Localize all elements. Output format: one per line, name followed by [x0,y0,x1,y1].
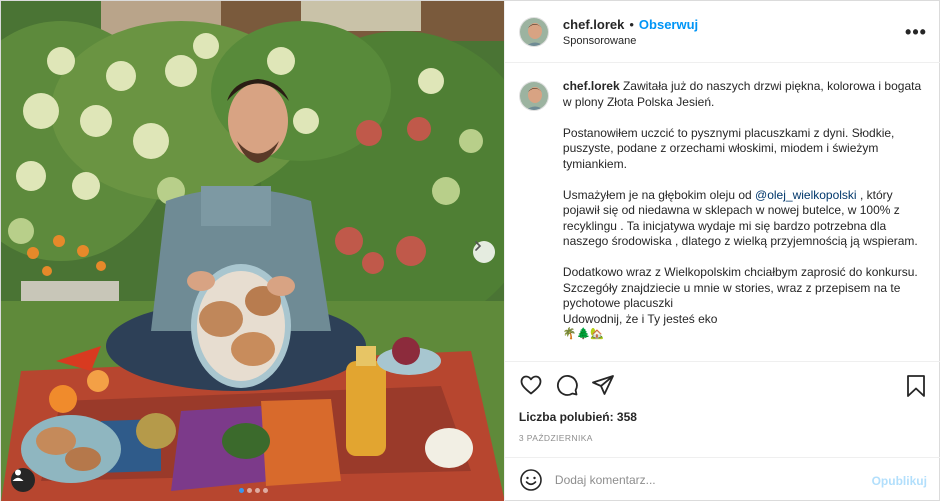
bookmark-icon[interactable] [905,374,927,398]
share-icon[interactable] [591,373,615,397]
post-photo[interactable] [1,1,504,501]
caption-paragraph: Usmażyłem je na głębokim oleju od [562,187,752,202]
caption-emoji: 🌴🌲🏡 [562,328,605,340]
avatar-image [519,17,548,46]
avatar-image [519,82,548,110]
caption-paragraph: Postanowiłem uczcić to pysznymi placuszk… [562,125,895,171]
heart-icon[interactable] [519,373,543,397]
carousel-dot [263,488,268,493]
comment-icon[interactable] [555,373,579,397]
carousel-dot [247,488,252,493]
user-icon [12,469,24,481]
comment-box: Opublikuj [504,457,940,501]
carousel-dot [255,488,260,493]
chevron-right-icon [475,241,482,251]
carousel-indicator [239,488,268,493]
post-actions [504,361,940,407]
post-date[interactable]: 3 PAŹDZIERNIKA [519,433,593,443]
carousel-dot [239,488,244,493]
post-caption: chef.lorek Zawitała już do naszych drzwi… [505,63,940,361]
publish-button[interactable]: Opublikuj [872,474,927,488]
post-photo-illustration [1,1,504,501]
caption-avatar[interactable] [518,81,549,111]
caption-paragraph: Udowodnij, że i Ty jesteś eko [562,311,718,326]
comment-input[interactable] [554,473,855,487]
caption-username[interactable]: chef.lorek [563,79,620,93]
emoji-icon[interactable] [519,468,543,492]
post-side-panel: chef.lorek • Obserwuj Sponsorowane ••• c… [503,1,940,501]
more-options-button[interactable]: ••• [905,23,927,41]
carousel-next-button[interactable] [473,241,495,263]
likes-count[interactable]: Liczba polubień: 358 [519,410,637,424]
follow-button[interactable]: Obserwuj [639,17,698,32]
caption-text: chef.lorek Zawitała już do naszych drzwi… [563,79,923,361]
caption-paragraph: Dodatkowo wraz z Wielkopolskim chciałbym… [562,265,918,310]
tagged-users-button[interactable] [11,468,35,492]
sponsored-label[interactable]: Sponsorowane [563,35,698,47]
post-author-username[interactable]: chef.lorek [563,17,624,32]
mention-link[interactable]: @olej_wielkopolski [755,188,857,202]
avatar[interactable] [518,16,549,47]
instagram-post: chef.lorek • Obserwuj Sponsorowane ••• c… [0,0,940,501]
post-header: chef.lorek • Obserwuj Sponsorowane ••• [504,1,940,63]
header-separator: • [629,16,634,32]
